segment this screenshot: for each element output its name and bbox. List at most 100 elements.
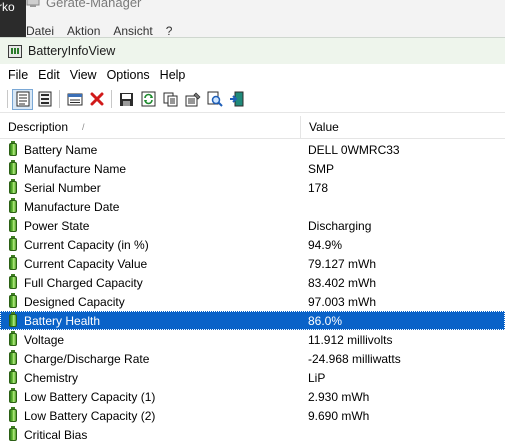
description-cell: Manufacture Date <box>0 198 301 214</box>
menu-view[interactable]: View <box>65 68 102 82</box>
value-cell: 94.9% <box>308 237 343 252</box>
battery-icon <box>9 426 17 441</box>
table-row[interactable]: Battery Health 86.0% <box>0 311 505 330</box>
description-text: Power State <box>24 218 90 233</box>
save-icon <box>120 92 133 106</box>
titlebar[interactable]: BatteryInfoView <box>0 38 505 64</box>
table-row[interactable]: Manufacture Date <box>0 197 505 216</box>
description-cell: Low Battery Capacity (2) <box>0 407 301 423</box>
value-cell: 79.127 mWh <box>308 256 377 271</box>
background-window-edge: rko <box>0 0 26 38</box>
background-menu-item[interactable]: Ansicht <box>113 24 152 38</box>
description-cell: Current Capacity (in %) <box>0 236 301 252</box>
table-row[interactable]: Chemistry LiP <box>0 368 505 387</box>
background-menu-item[interactable]: ? <box>166 24 173 38</box>
column-header-description[interactable]: Description / <box>0 116 301 138</box>
batteryinfoview-window: BatteryInfoView File Edit View Options H… <box>0 37 505 448</box>
column-header-value[interactable]: Value <box>301 116 505 138</box>
battery-icon <box>9 350 17 365</box>
table-row[interactable]: Critical Bias <box>0 425 505 444</box>
battery-icon <box>9 160 17 175</box>
description-cell: Battery Health <box>0 312 301 328</box>
table-row[interactable]: Battery Name DELL 0WMRC33 <box>0 140 505 159</box>
background-menu-item[interactable]: Datei <box>26 24 54 38</box>
description-text: Chemistry <box>24 370 79 385</box>
background-menu-item[interactable]: Aktion <box>67 24 100 38</box>
value-cell: SMP <box>308 161 335 176</box>
html-report-button[interactable] <box>12 88 33 110</box>
description-text: Charge/Discharge Rate <box>24 351 150 366</box>
description-cell: Chemistry <box>0 369 301 385</box>
battery-icon <box>9 198 17 213</box>
value-cell: LiP <box>308 370 326 385</box>
refresh-icon <box>141 91 156 107</box>
description-cell: Current Capacity Value <box>0 255 301 271</box>
battery-icon <box>9 179 17 194</box>
menu-options[interactable]: Options <box>102 68 155 82</box>
description-text: Low Battery Capacity (2) <box>24 408 156 423</box>
table-row[interactable]: Manufacture Name SMP <box>0 159 505 178</box>
table-row[interactable]: Charge/Discharge Rate -24.968 milliwatts <box>0 349 505 368</box>
description-text: Battery Name <box>24 142 98 157</box>
value-cell: -24.968 milliwatts <box>308 351 401 366</box>
description-text: Current Capacity (in %) <box>24 237 149 252</box>
toolbar-separator <box>111 90 112 108</box>
column-header-description-label: Description <box>8 120 69 134</box>
description-cell: Voltage <box>0 331 301 347</box>
description-cell: Low Battery Capacity (1) <box>0 388 301 404</box>
table-row[interactable]: Low Battery Capacity (2) 9.690 mWh <box>0 406 505 425</box>
value-cell: 2.930 mWh <box>308 389 370 404</box>
copy-icon <box>163 92 177 106</box>
properties-button[interactable] <box>182 89 203 110</box>
list-rows: Battery Name DELL 0WMRC33 Manufacture Name… <box>0 140 505 444</box>
value-cell: 9.690 mWh <box>308 408 370 423</box>
description-text: Designed Capacity <box>24 294 125 309</box>
toolbar-separator <box>7 90 8 108</box>
delete-icon <box>90 92 103 106</box>
menu-edit[interactable]: Edit <box>33 68 65 82</box>
table-row[interactable]: Designed Capacity 97.003 mWh <box>0 292 505 311</box>
battery-icon <box>9 255 17 270</box>
battery-icon <box>9 369 17 384</box>
window-title: BatteryInfoView <box>28 44 116 58</box>
battery-icon <box>9 274 17 289</box>
battery-icon <box>9 388 17 403</box>
menubar: File Edit View Options Help <box>0 64 505 86</box>
table-row[interactable]: Serial Number 178 <box>0 178 505 197</box>
menu-help[interactable]: Help <box>155 68 191 82</box>
properties-window-button[interactable] <box>64 89 85 110</box>
description-text: Manufacture Date <box>24 199 120 214</box>
menu-file[interactable]: File <box>3 68 33 82</box>
find-button[interactable] <box>204 89 225 110</box>
table-row[interactable]: Current Capacity (in %) 94.9% <box>0 235 505 254</box>
exit-button[interactable] <box>226 89 247 110</box>
table-row[interactable]: Low Battery Capacity (1) 2.930 mWh <box>0 387 505 406</box>
find-icon <box>207 91 223 107</box>
text-report-button[interactable] <box>34 89 55 110</box>
description-text: Manufacture Name <box>24 161 127 176</box>
description-text: Full Charged Capacity <box>24 275 143 290</box>
save-button[interactable] <box>116 89 137 110</box>
delete-button[interactable] <box>86 89 107 110</box>
properties-window-icon <box>67 93 82 106</box>
app-icon <box>8 44 22 58</box>
table-row[interactable]: Power State Discharging <box>0 216 505 235</box>
value-cell: 83.402 mWh <box>308 275 377 290</box>
refresh-button[interactable] <box>138 89 159 110</box>
battery-icon <box>9 331 17 346</box>
value-cell: 11.912 millivolts <box>308 332 393 347</box>
background-window-title: Geräte-Manager <box>26 0 141 12</box>
battery-icon <box>9 293 17 308</box>
battery-icon <box>9 407 17 422</box>
description-cell: Designed Capacity <box>0 293 301 309</box>
battery-info-list[interactable]: Description / Value Battery Name DELL 0WM… <box>0 114 505 448</box>
description-text: Low Battery Capacity (1) <box>24 389 156 404</box>
description-text: Current Capacity Value <box>24 256 148 271</box>
description-text: Critical Bias <box>24 427 88 442</box>
exit-icon <box>229 91 243 107</box>
description-cell: Serial Number <box>0 179 301 195</box>
table-row[interactable]: Current Capacity Value 79.127 mWh <box>0 254 505 273</box>
copy-button[interactable] <box>160 89 181 110</box>
table-row[interactable]: Voltage 11.912 millivolts <box>0 330 505 349</box>
table-row[interactable]: Full Charged Capacity 83.402 mWh <box>0 273 505 292</box>
